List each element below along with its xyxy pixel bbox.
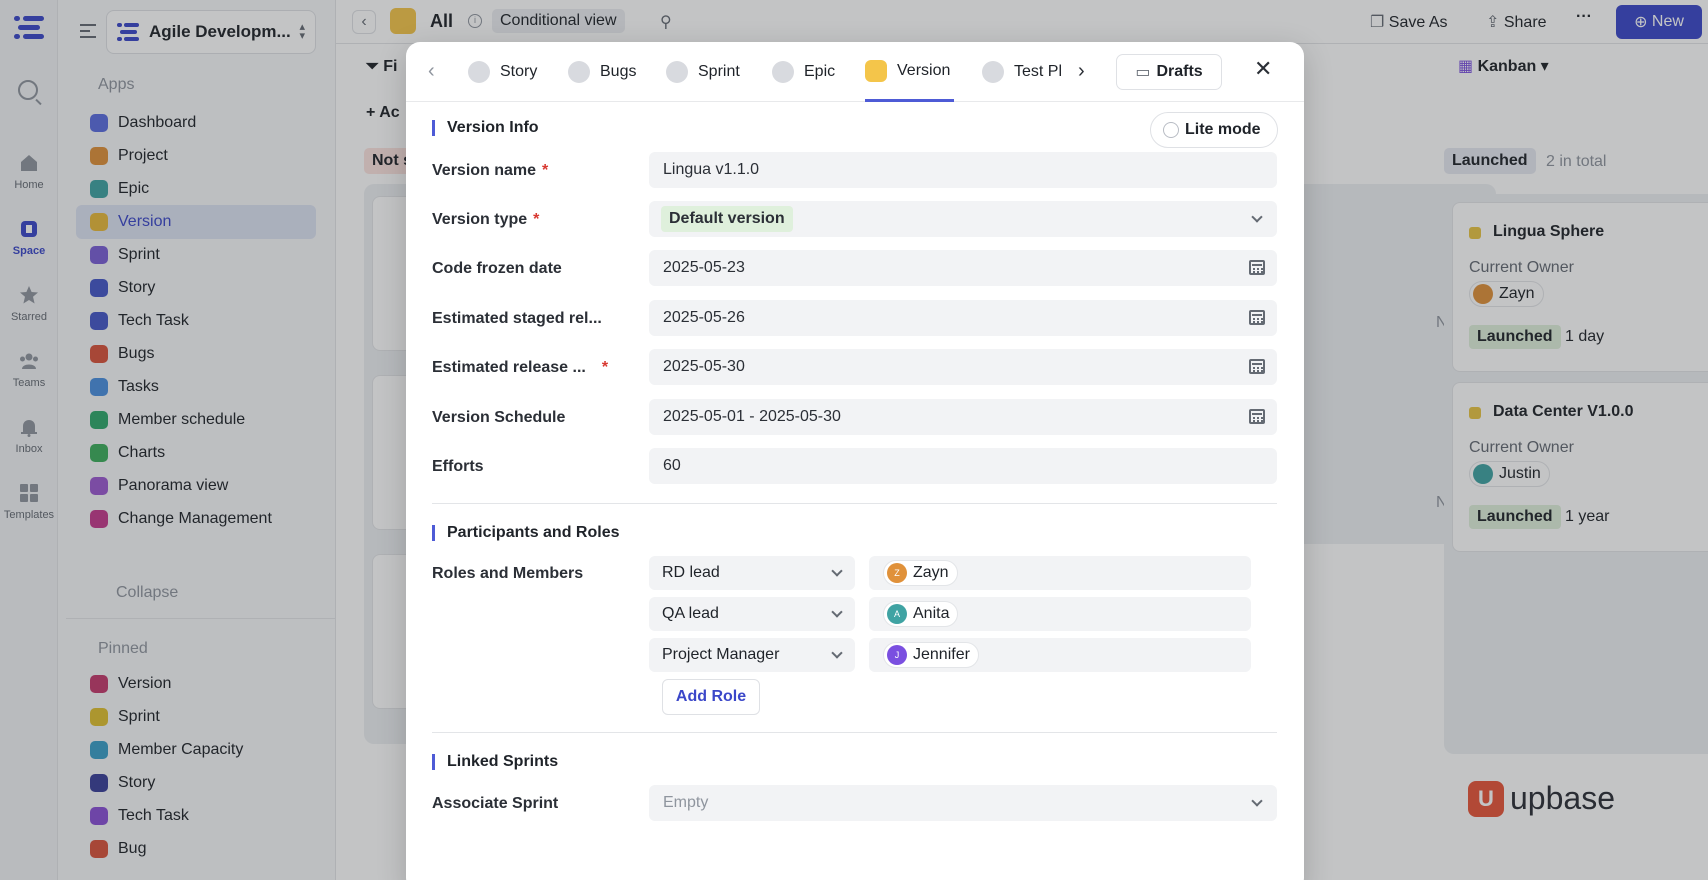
roles-members-label: Roles and Members: [432, 565, 584, 582]
calendar-icon[interactable]: [1249, 409, 1265, 424]
section-divider: [432, 732, 1277, 733]
calendar-icon[interactable]: [1249, 260, 1265, 275]
drafts-button[interactable]: ▭ Drafts: [1116, 54, 1222, 90]
member-name: Jennifer: [913, 646, 970, 663]
version-info-heading: Version Info: [432, 120, 539, 136]
section-divider: [432, 503, 1277, 504]
staged-release-date-field[interactable]: 2025-05-26: [649, 300, 1277, 336]
tab-version-label: Version: [897, 61, 951, 79]
code-frozen-label: Code frozen date: [432, 260, 562, 277]
version-type-label-text: Version type: [432, 211, 528, 228]
member-name: Anita: [913, 605, 950, 622]
code-frozen-date-value: 2025-05-23: [663, 259, 745, 276]
member-chip[interactable]: J Jennifer: [883, 642, 979, 668]
required-marker: *: [533, 211, 540, 228]
tabs-next-button[interactable]: ›: [1078, 60, 1085, 83]
epic-type-icon: [772, 61, 794, 83]
create-version-modal: ‹ Story Bugs Sprint Epic Version Test Pl…: [406, 42, 1304, 880]
tab-test-plan-label: Test Pl: [1014, 63, 1063, 80]
participants-heading: Participants and Roles: [432, 525, 620, 541]
role-select[interactable]: QA lead: [649, 597, 855, 631]
tabs-prev-button[interactable]: ‹: [428, 60, 435, 83]
version-type-select[interactable]: Default version: [649, 201, 1277, 237]
close-icon[interactable]: ✕: [1254, 56, 1272, 82]
app-root: Home Space Starred Teams Inbox Templates: [0, 0, 1708, 880]
sprint-type-icon: [666, 61, 688, 83]
add-role-button[interactable]: Add Role: [662, 679, 760, 715]
role-value: RD lead: [662, 564, 720, 581]
role-value: QA lead: [662, 605, 719, 622]
role-member-field[interactable]: Z Zayn: [869, 556, 1251, 590]
associate-sprint-value: Empty: [663, 794, 709, 811]
lite-mode-toggle[interactable]: Lite mode: [1150, 112, 1278, 148]
tab-version[interactable]: Version: [865, 42, 955, 102]
release-date-label: Estimated release ... *: [432, 359, 608, 377]
release-date-value: 2025-05-30: [663, 358, 745, 375]
required-marker: *: [601, 359, 609, 376]
efforts-input[interactable]: 60: [649, 448, 1277, 484]
staged-release-label: Estimated staged rel...: [432, 310, 602, 327]
version-name-label-text: Version name: [432, 162, 537, 179]
radio-icon: [1163, 122, 1179, 138]
role-member-field[interactable]: J Jennifer: [869, 638, 1251, 672]
tab-epic-label: Epic: [804, 63, 836, 80]
role-member-field[interactable]: A Anita: [869, 597, 1251, 631]
version-type-icon: [865, 59, 887, 82]
chevron-down-icon: [831, 647, 843, 659]
avatar: J: [887, 645, 907, 665]
inbox-tray-icon: ▭: [1135, 64, 1151, 81]
chevron-down-icon: [1251, 211, 1263, 223]
tab-bugs-label: Bugs: [600, 63, 637, 80]
required-marker: *: [542, 162, 549, 179]
avatar: Z: [887, 563, 907, 583]
role-select[interactable]: Project Manager: [649, 638, 855, 672]
tab-story-label: Story: [500, 63, 538, 80]
record-type-tabs: ‹ Story Bugs Sprint Epic Version Test Pl…: [406, 42, 1304, 102]
efforts-label: Efforts: [432, 458, 484, 475]
version-name-label: Version name *: [432, 162, 548, 180]
member-chip[interactable]: A Anita: [883, 601, 959, 627]
tab-test-plan[interactable]: Test Pl: [982, 42, 1072, 102]
version-schedule-label: Version Schedule: [432, 409, 566, 426]
avatar: A: [887, 604, 907, 624]
linked-sprints-heading: Linked Sprints: [432, 754, 558, 770]
member-name: Zayn: [913, 564, 949, 581]
chevron-down-icon: [831, 565, 843, 577]
role-value: Project Manager: [662, 646, 780, 663]
release-date-label-text: Estimated release ...: [432, 359, 586, 376]
version-schedule-field[interactable]: 2025-05-01 - 2025-05-30: [649, 399, 1277, 435]
tab-epic[interactable]: Epic: [772, 42, 835, 102]
code-frozen-date-field[interactable]: 2025-05-23: [649, 250, 1277, 286]
calendar-icon[interactable]: [1249, 359, 1265, 374]
member-chip[interactable]: Z Zayn: [883, 560, 958, 586]
tab-sprint-label: Sprint: [698, 63, 740, 80]
version-name-input[interactable]: Lingua v1.1.0: [649, 152, 1277, 188]
associate-sprint-label: Associate Sprint: [432, 795, 559, 812]
tab-bugs[interactable]: Bugs: [568, 42, 636, 102]
version-type-label: Version type *: [432, 211, 539, 229]
version-schedule-value: 2025-05-01 - 2025-05-30: [663, 408, 841, 425]
release-date-field[interactable]: 2025-05-30: [649, 349, 1277, 385]
tab-story[interactable]: Story: [468, 42, 537, 102]
calendar-icon[interactable]: [1249, 310, 1265, 325]
lite-mode-label: Lite mode: [1185, 121, 1261, 138]
associate-sprint-select[interactable]: Empty: [649, 785, 1277, 821]
chevron-down-icon: [1251, 795, 1263, 807]
version-type-tag: Default version: [661, 206, 793, 232]
tab-sprint[interactable]: Sprint: [666, 42, 740, 102]
chevron-down-icon: [831, 606, 843, 618]
bugs-type-icon: [568, 61, 590, 83]
story-type-icon: [468, 61, 490, 83]
drafts-label: Drafts: [1156, 63, 1203, 80]
role-select[interactable]: RD lead: [649, 556, 855, 590]
staged-release-date-value: 2025-05-26: [663, 309, 745, 326]
test-plan-type-icon: [982, 61, 1004, 83]
